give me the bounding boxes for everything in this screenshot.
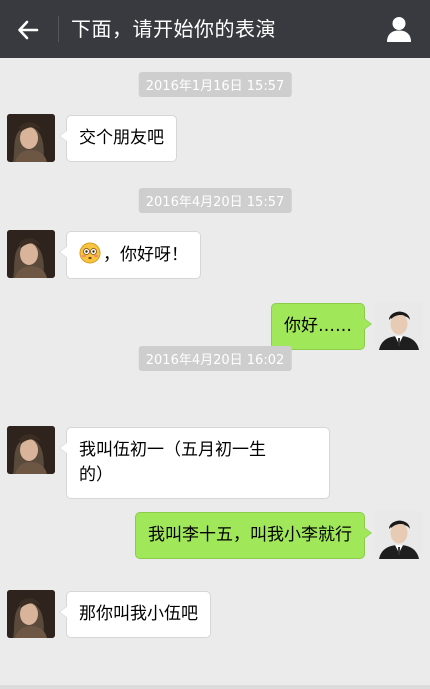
contact-avatar[interactable]	[7, 230, 55, 278]
message-text-line: 的）	[79, 465, 113, 485]
message-text: 那你叫我小伍吧	[79, 604, 198, 624]
timestamp: 2016年4月20日 16:02	[138, 346, 292, 371]
arrow-left-icon	[18, 20, 39, 40]
my-avatar[interactable]	[375, 511, 423, 559]
chat-info-button[interactable]	[384, 14, 414, 44]
back-button[interactable]	[12, 14, 44, 46]
timestamp: 2016年4月20日 15:57	[138, 188, 292, 213]
contact-avatar[interactable]	[7, 590, 55, 638]
flushed-face-icon	[79, 242, 101, 264]
header-divider	[58, 16, 59, 42]
message-bubble-received[interactable]: ，你好呀！	[59, 231, 201, 279]
contact-avatar[interactable]	[7, 114, 55, 162]
contact-avatar[interactable]	[7, 426, 55, 474]
person-icon	[387, 17, 411, 42]
message-bubble-sent[interactable]: 我叫李十五，叫我小李就行	[135, 512, 372, 559]
bottom-divider	[0, 685, 430, 689]
chat-title: 下面，请开始你的表演	[71, 17, 276, 41]
timestamp: 2016年1月16日 15:57	[138, 72, 292, 97]
message-bubble-received[interactable]: 我叫伍初一（五月初一生 的）	[59, 427, 330, 499]
my-avatar[interactable]	[375, 302, 423, 350]
message-bubble-received[interactable]: 交个朋友吧	[59, 115, 177, 162]
message-text: 交个朋友吧	[79, 128, 164, 148]
message-text-line: 我叫伍初一（五月初一生	[79, 440, 266, 460]
message-bubble-sent[interactable]: 你好……	[271, 303, 372, 350]
message-bubble-received[interactable]: 那你叫我小伍吧	[59, 591, 211, 638]
message-text: ，你好呀！	[103, 245, 188, 265]
message-text: 我叫李十五，叫我小李就行	[148, 525, 352, 545]
top-bar: 下面，请开始你的表演	[0, 0, 430, 58]
message-text: 你好……	[284, 316, 352, 336]
